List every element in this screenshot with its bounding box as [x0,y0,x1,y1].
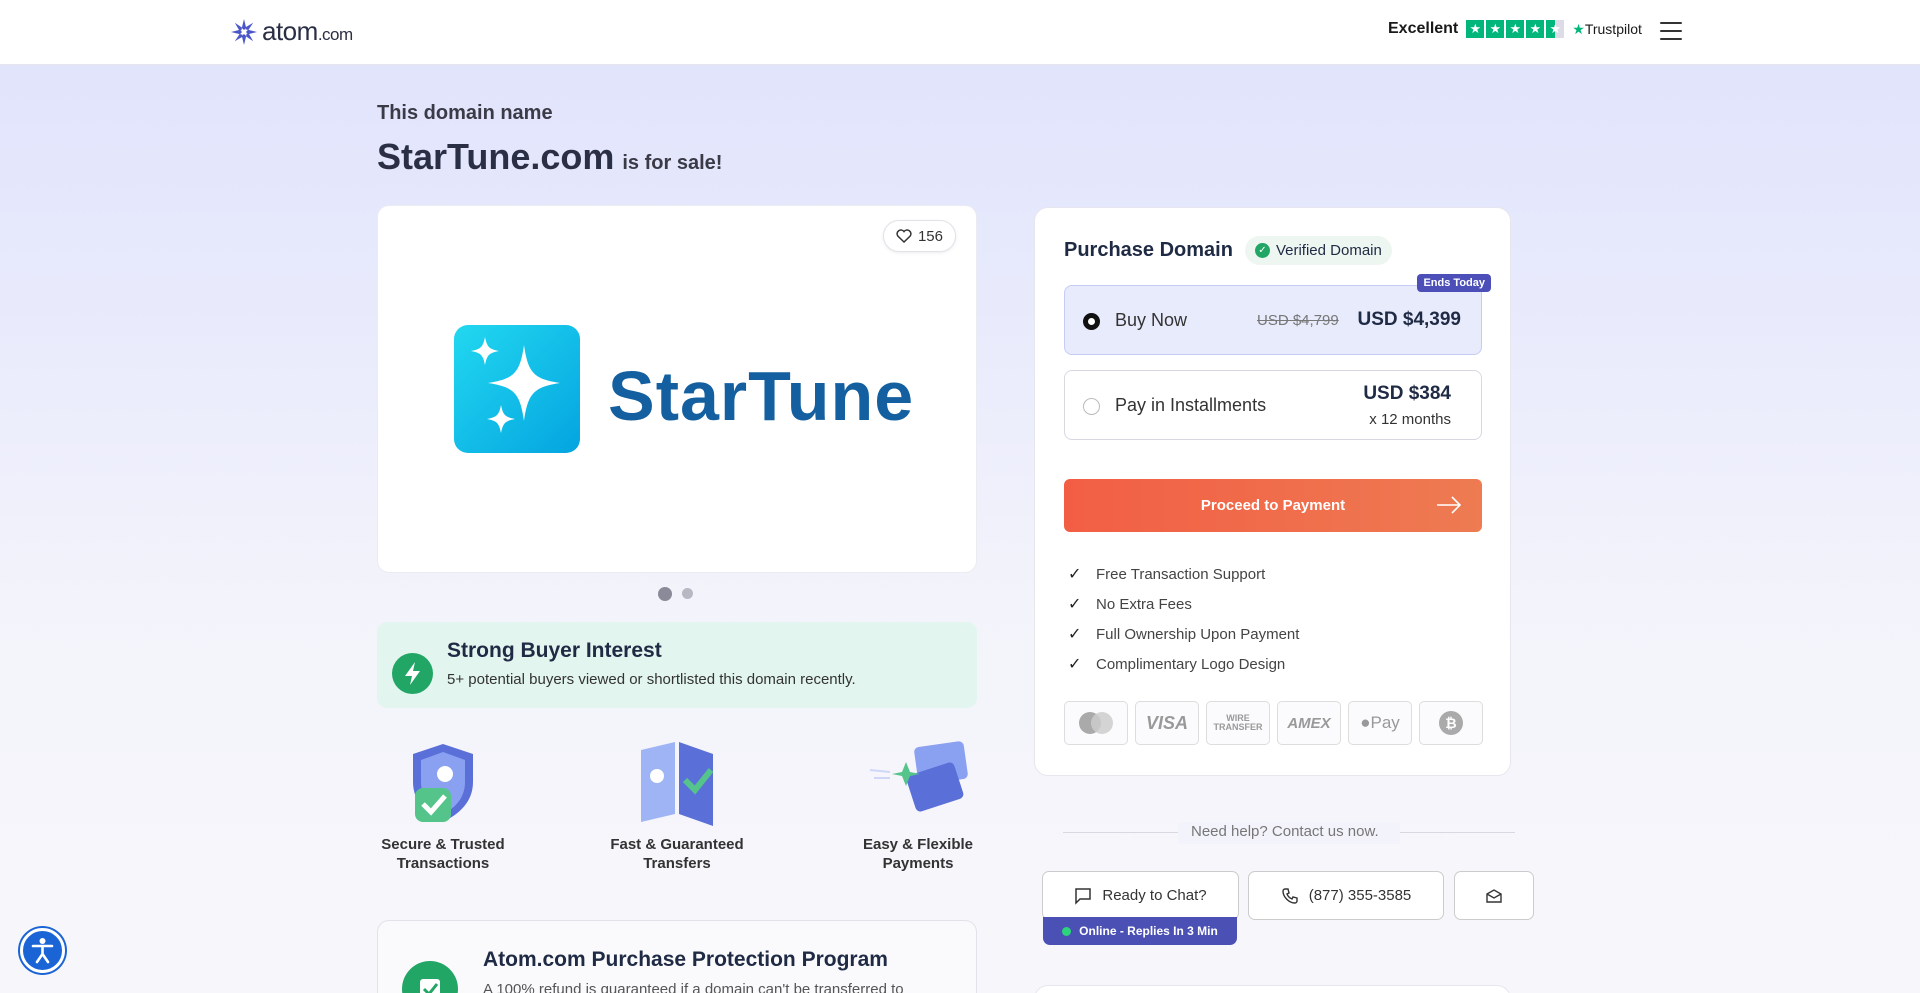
startune-wordmark: StarTune [608,357,915,435]
page-title: StarTune.com is for sale! [377,136,722,178]
feature-transfer: Fast & Guaranteed Transfers [597,740,757,873]
heart-icon [896,229,912,243]
phone-icon [1282,887,1298,904]
carousel-dot-2[interactable] [682,588,693,599]
installments-option[interactable]: Pay in Installments USD $384 x 12 months [1064,370,1482,440]
online-dot-icon [1062,926,1072,936]
for-sale-text: is for sale! [622,152,723,174]
credit-card-illustration [869,741,968,812]
trustpilot-star-icon: ★ [1572,20,1585,37]
check-icon: ✓ [1068,596,1082,613]
trustpilot-rating-label: Excellent [1388,20,1459,37]
accessibility-button[interactable] [20,928,65,973]
feature-payments-label: Easy & Flexible Payments [862,836,974,872]
verified-check-icon: ✓ [1254,243,1270,258]
verified-domain-badge: ✓ Verified Domain [1244,236,1392,265]
chat-icon [1075,887,1092,905]
buyer-interest-banner: Strong Buyer Interest 5+ potential buyer… [377,622,977,708]
list-item: ✓ No Extra Fees [1068,595,1192,614]
secondary-panel [1034,985,1511,993]
mastercard-icon [1064,701,1128,745]
logo-wordmark: atom.com [262,16,353,46]
accessibility-icon [31,938,54,964]
lightning-icon [392,653,433,694]
phone-button[interactable]: (877) 355-3585 [1248,871,1444,920]
payment-methods: VISA WIRE TRANSFER AMEX ● Pay ₿ [1064,701,1483,745]
hamburger-menu-icon[interactable] [1660,22,1682,40]
email-button[interactable] [1454,871,1534,920]
feature-secure: Secure & Trusted Transactions [363,740,523,873]
proceed-to-payment-button[interactable]: Proceed to Payment [1064,479,1482,532]
star-icon: ★ [1526,20,1545,38]
arrow-right-icon [1437,496,1462,514]
protection-title: Atom.com Purchase Protection Program [483,948,888,971]
wire-transfer-icon: WIRE TRANSFER [1206,701,1270,745]
buy-now-price: USD $4,399 [1357,309,1461,330]
trustpilot-stars: ★ ★ ★ ★ ★ [1466,20,1565,38]
chat-button-label: Ready to Chat? [1102,887,1207,904]
sparkle-icon [471,337,560,433]
ends-today-badge: Ends Today [1417,274,1491,292]
like-count: 156 [917,227,943,245]
svg-text:₿: ₿ [1445,716,1456,732]
apple-pay-icon: ● Pay [1348,701,1412,745]
purchase-panel-title: Purchase Domain [1064,239,1233,261]
like-button[interactable]: 156 [882,220,956,252]
list-item: ✓ Full Ownership Upon Payment [1068,625,1300,644]
startune-logo-mark [454,325,580,453]
bitcoin-icon: ₿ [1419,701,1483,745]
check-icon: ✓ [1068,656,1082,673]
purchase-protection-card: Atom.com Purchase Protection Program A 1… [377,920,977,993]
atom-logo-icon [231,18,257,45]
visa-icon: VISA [1135,701,1199,745]
list-item: ✓ Free Transaction Support [1068,565,1266,584]
apple-icon: ● [1360,713,1371,732]
domain-logo-carousel: 156 StarTune [377,205,977,573]
buyer-interest-subtitle: 5+ potential buyers viewed or shortliste… [447,671,856,688]
list-item: ✓ Complimentary Logo Design [1068,655,1286,674]
carousel-dot-1[interactable] [658,587,672,601]
buy-now-label: Buy Now [1115,310,1188,330]
buyer-interest-title: Strong Buyer Interest [447,639,662,662]
phone-number: (877) 355-3585 [1308,887,1412,904]
half-star-icon: ★ [1546,20,1565,38]
check-icon: ✓ [1068,626,1082,643]
original-price: USD $4,799 [1257,312,1339,329]
carousel-pagination [658,587,693,601]
star-icon: ★ [1506,20,1525,38]
protection-check-icon [402,961,458,993]
online-status-badge: Online - Replies In 3 Min [1043,917,1237,945]
installments-radio[interactable] [1083,398,1100,415]
installments-label: Pay in Installments [1115,395,1267,415]
mail-icon [1486,888,1502,903]
star-icon: ★ [1466,20,1485,38]
proceed-button-label: Proceed to Payment [1200,497,1346,514]
installment-price: USD $384 [1363,383,1451,404]
purchase-panel-header: Purchase Domain ✓ Verified Domain [1064,236,1392,265]
installment-term: x 12 months [1369,411,1451,428]
amex-icon: AMEX [1277,701,1341,745]
check-icon: ✓ [1068,566,1082,583]
buy-now-radio[interactable] [1083,313,1100,330]
page-subheading: This domain name [377,102,553,124]
feature-secure-label: Secure & Trusted Transactions [381,836,505,872]
star-icon: ★ [1486,20,1505,38]
purchase-panel: Purchase Domain ✓ Verified Domain Buy No… [1034,207,1511,776]
benefits-list: ✓ Free Transaction Support ✓ No Extra Fees… [1068,559,1299,679]
feature-transfer-label: Fast & Guaranteed Transfers [610,836,744,872]
feature-payments: Easy & Flexible Payments [838,740,998,873]
top-navigation-bar: atom.com Excellent ★ ★ ★ ★ ★ ★Trustpilot [0,0,1920,65]
transfer-illustration [641,742,714,826]
shield-check-illustration [413,744,473,822]
protection-text: A 100% refund is guaranteed if a domain … [483,981,904,993]
chat-button[interactable]: Ready to Chat? [1042,871,1239,920]
help-heading: Need help? Contact us now. [1191,823,1379,840]
buy-now-option[interactable]: Buy Now USD $4,799 USD $4,399 [1064,285,1482,355]
atom-logo[interactable]: atom.com [230,16,353,47]
domain-name: StarTune.com [377,136,615,177]
trustpilot-rating[interactable]: Excellent ★ ★ ★ ★ ★ ★Trustpilot [1388,20,1642,38]
trustpilot-brand: ★Trustpilot [1572,20,1642,37]
